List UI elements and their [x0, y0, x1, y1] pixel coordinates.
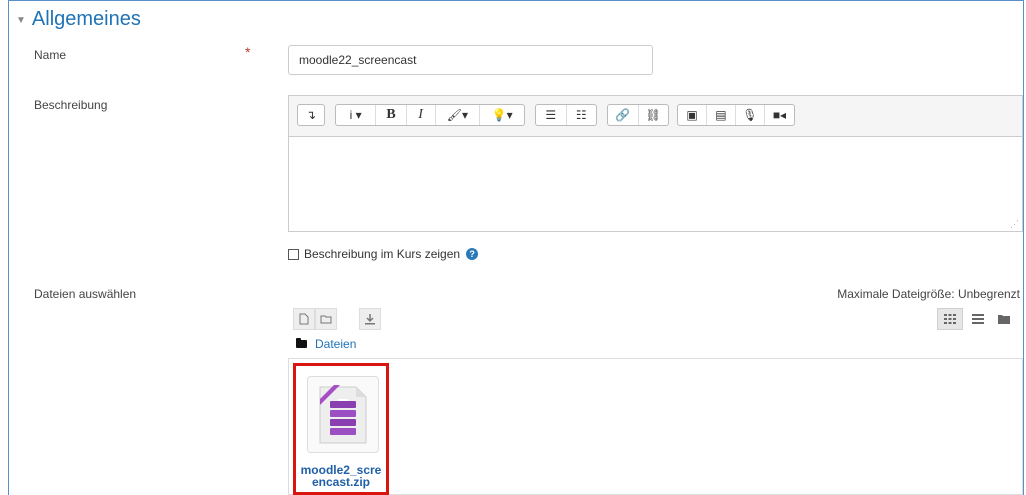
editor-toolbar: ↴ i ▾ B I 🖌▾ 💡▾ ☰ ☷ 🔗 ⛓ ▣ ▤ 🎙 ■◂: [289, 96, 1022, 137]
files-label: Dateien auswählen: [34, 287, 137, 301]
description-textarea[interactable]: [289, 136, 1022, 231]
link-icon[interactable]: 🔗: [608, 105, 639, 125]
toolbar-group-lists: ☰ ☷: [535, 104, 597, 126]
video-camera-icon[interactable]: ■◂: [765, 105, 794, 125]
file-item[interactable]: moodle2_scre encast.zip: [293, 363, 389, 495]
italic-icon[interactable]: I: [407, 105, 436, 125]
toolbar-group-toggle: ↴: [297, 104, 325, 126]
caret-down-icon: ▼: [16, 15, 26, 26]
file-area: [288, 358, 1023, 495]
resize-handle-icon[interactable]: ⋰: [1010, 219, 1019, 230]
required-asterisk-icon: *: [245, 44, 251, 60]
new-file-icon[interactable]: [293, 308, 315, 330]
toolbar-toggle-icon[interactable]: ↴: [298, 105, 324, 125]
name-input[interactable]: [288, 45, 653, 75]
max-file-size: Maximale Dateigröße: Unbegrenzt: [837, 287, 1020, 301]
show-description-label[interactable]: Beschreibung im Kurs zeigen: [304, 247, 460, 261]
new-folder-icon[interactable]: [315, 308, 337, 330]
section-header-allgemeines[interactable]: ▼ Allgemeines: [16, 8, 141, 31]
icon-view-icon[interactable]: [937, 308, 963, 330]
image-icon[interactable]: ▣: [678, 105, 707, 125]
section-title: Allgemeines: [31, 8, 141, 30]
list-view-icon[interactable]: [965, 308, 991, 330]
toolbar-group-links: 🔗 ⛓: [607, 104, 669, 126]
help-icon[interactable]: ?: [466, 248, 479, 260]
folder-icon: [296, 338, 307, 348]
show-description-checkbox[interactable]: [288, 248, 299, 260]
description-label: Beschreibung: [34, 98, 108, 112]
file-name-line-2: encast.zip: [311, 475, 371, 489]
toolbar-group-format: i ▾ B I 🖌▾ 💡▾: [335, 104, 525, 126]
brush-icon[interactable]: 🖌▾: [436, 105, 481, 125]
file-name[interactable]: moodle2_scre encast.zip: [296, 464, 386, 488]
zip-archive-icon: [307, 376, 379, 453]
breadcrumb: Dateien: [296, 337, 356, 351]
toolbar-group-media: ▣ ▤ 🎙 ■◂: [677, 104, 795, 126]
microphone-icon[interactable]: 🎙: [736, 105, 765, 125]
name-label: Name: [34, 48, 67, 62]
lightbulb-icon[interactable]: 💡▾: [480, 105, 524, 125]
media-icon[interactable]: ▤: [707, 105, 736, 125]
ordered-list-icon[interactable]: ☷: [567, 105, 597, 125]
tree-view-icon[interactable]: [991, 308, 1017, 330]
paragraph-styles-icon[interactable]: i ▾: [336, 105, 377, 125]
breadcrumb-dateien[interactable]: Dateien: [315, 337, 356, 351]
unordered-list-icon[interactable]: ☰: [536, 105, 567, 125]
show-description-row: Beschreibung im Kurs zeigen ?: [288, 247, 479, 261]
unlink-icon[interactable]: ⛓: [639, 105, 669, 125]
description-editor: ↴ i ▾ B I 🖌▾ 💡▾ ☰ ☷ 🔗 ⛓ ▣ ▤ 🎙 ■◂ ⋰: [288, 95, 1023, 232]
bold-icon[interactable]: B: [376, 105, 407, 125]
download-icon[interactable]: [359, 308, 381, 330]
